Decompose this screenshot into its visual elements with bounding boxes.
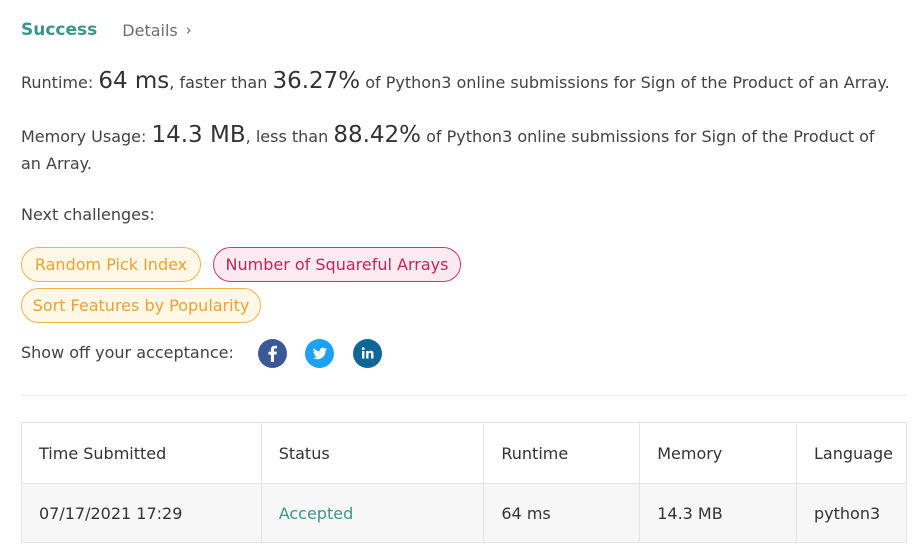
runtime-label: Runtime: xyxy=(21,73,99,92)
runtime-middle: , faster than xyxy=(169,73,273,92)
table-row: 07/17/2021 17:29 Accepted 64 ms 14.3 MB … xyxy=(21,483,907,543)
column-header-runtime[interactable]: Runtime xyxy=(483,422,641,484)
section-divider xyxy=(21,395,907,396)
runtime-summary: Runtime: 64 ms, faster than 36.27% of Py… xyxy=(21,68,901,94)
cell-time-submitted: 07/17/2021 17:29 xyxy=(21,483,262,543)
next-challenges-label: Next challenges: xyxy=(21,205,155,224)
linkedin-icon[interactable] xyxy=(353,339,382,368)
accepted-status-link[interactable]: Accepted xyxy=(279,504,354,523)
chevron-right-icon: › xyxy=(185,21,192,39)
submissions-table: Time Submitted Status Runtime Memory Lan… xyxy=(21,422,907,543)
runtime-suffix: of Python3 online submissions for Sign o… xyxy=(360,73,890,92)
memory-percent: 88.42% xyxy=(333,122,422,148)
runtime-value: 64 ms xyxy=(98,68,170,94)
share-label: Show off your acceptance: xyxy=(21,343,234,362)
twitter-icon[interactable] xyxy=(305,339,334,368)
challenge-chip-sort-features-by-popularity[interactable]: Sort Features by Popularity xyxy=(21,288,261,323)
challenge-chip-number-of-squareful-arrays[interactable]: Number of Squareful Arrays xyxy=(213,247,461,282)
memory-label: Memory Usage: xyxy=(21,127,152,146)
facebook-icon[interactable] xyxy=(258,339,287,368)
memory-value: 14.3 MB xyxy=(151,122,246,148)
column-header-time-submitted[interactable]: Time Submitted xyxy=(21,422,262,484)
details-label: Details xyxy=(122,20,178,40)
cell-language: python3 xyxy=(796,483,907,543)
table-header-row: Time Submitted Status Runtime Memory Lan… xyxy=(21,422,907,484)
cell-status: Accepted xyxy=(260,483,485,543)
result-header: Success Details › xyxy=(21,18,192,42)
column-header-memory[interactable]: Memory xyxy=(639,422,798,484)
cell-runtime: 64 ms xyxy=(483,483,641,543)
challenge-chip-random-pick-index[interactable]: Random Pick Index xyxy=(21,247,201,282)
status-success-label: Success xyxy=(21,20,98,40)
cell-memory: 14.3 MB xyxy=(639,483,798,543)
details-link[interactable]: Details › xyxy=(122,21,191,40)
runtime-percent: 36.27% xyxy=(272,68,361,94)
column-header-language[interactable]: Language xyxy=(796,422,907,484)
memory-middle: , less than xyxy=(245,127,334,146)
column-header-status[interactable]: Status xyxy=(260,422,485,484)
memory-summary: Memory Usage: 14.3 MB, less than 88.42% … xyxy=(21,122,891,177)
